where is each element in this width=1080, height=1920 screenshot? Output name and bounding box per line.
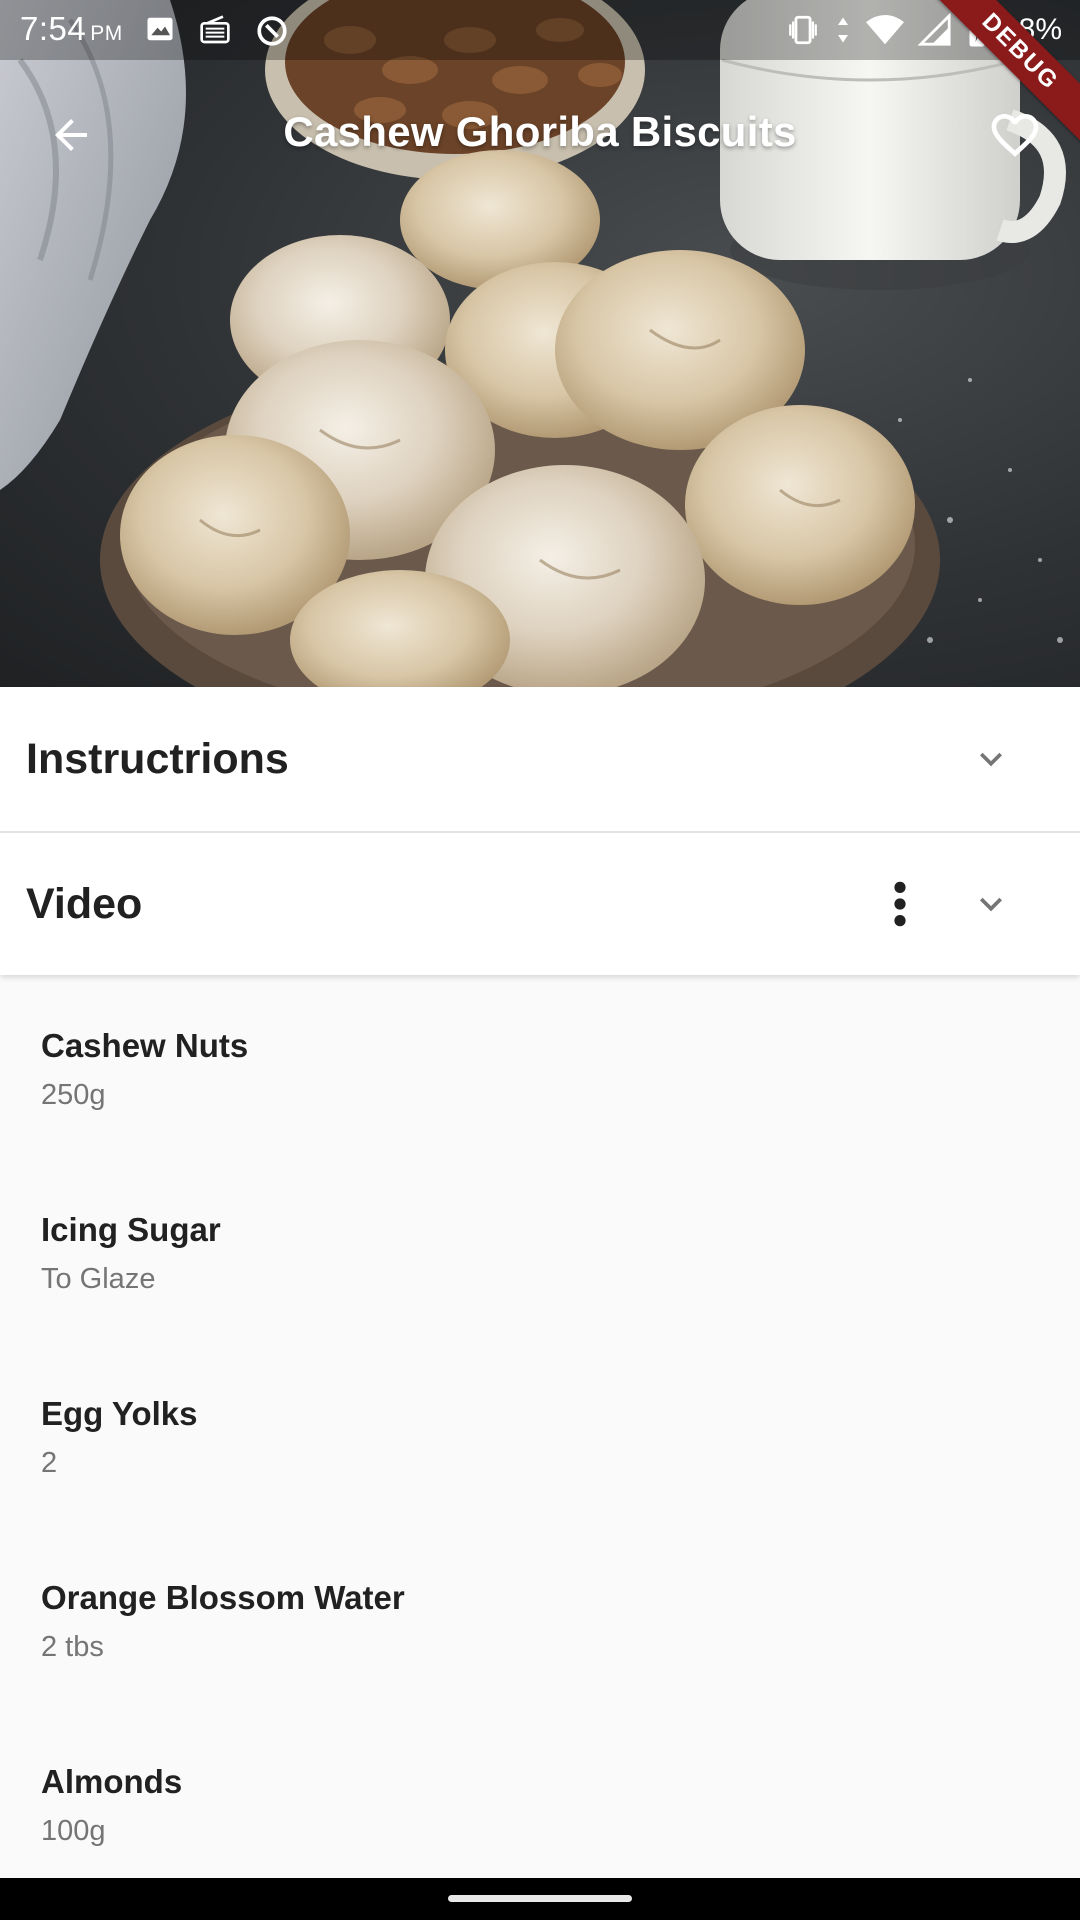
signal-icon — [917, 13, 951, 46]
video-panel[interactable]: Video — [0, 831, 1080, 975]
ingredient-name: Cashew Nuts — [41, 1027, 249, 1064]
app-bar: Cashew Ghoriba Biscuits — [0, 60, 1080, 205]
ingredient-item: Icing Sugar To Glaze — [0, 1159, 1080, 1343]
status-time-ampm: PM — [90, 22, 123, 45]
ingredient-measure: To Glaze — [41, 1263, 156, 1295]
chevron-down-icon — [980, 897, 1002, 912]
ingredient-name: Almonds — [41, 1763, 183, 1800]
ingredient-name: Egg Yolks — [41, 1395, 198, 1432]
ingredient-item: Egg Yolks 2 — [0, 1343, 1080, 1527]
ingredient-measure: 250g — [41, 1079, 106, 1111]
system-navigation-bar — [0, 1878, 1080, 1920]
wifi-icon — [865, 14, 904, 45]
favorite-button[interactable] — [978, 98, 1052, 172]
status-bar: 7:54 PM 98% — [0, 0, 1080, 60]
expansion-panels: Instructrions Video — [0, 687, 1080, 975]
status-time-value: 7:54 — [20, 10, 87, 47]
vibrate-icon — [789, 15, 817, 45]
video-more-button[interactable] — [880, 874, 920, 934]
status-time: 7:54 PM — [20, 10, 123, 48]
instructions-panel[interactable]: Instructrions — [0, 687, 1080, 831]
ingredient-name: Icing Sugar — [41, 1211, 221, 1248]
heart-outline-icon — [991, 114, 1039, 157]
ingredient-item: Orange Blossom Water 2 tbs — [0, 1527, 1080, 1711]
status-left-icons — [145, 14, 289, 48]
ingredient-measure: 100g — [41, 1815, 106, 1847]
ingredient-measure: 2 — [41, 1447, 58, 1479]
more-vert-icon — [894, 881, 906, 927]
radio-icon — [200, 15, 230, 44]
data-arrows-icon — [837, 17, 848, 43]
video-expand-button[interactable] — [966, 879, 1016, 929]
page-title: Cashew Ghoriba Biscuits — [283, 108, 797, 155]
ingredient-name: Orange Blossom Water — [41, 1579, 405, 1616]
image-icon — [147, 17, 173, 41]
ingredients-list: Cashew Nuts 250g Icing Sugar To Glaze Eg… — [0, 975, 1080, 1895]
instructions-panel-title: Instructrions — [26, 734, 289, 783]
ingredient-measure: 2 tbs — [41, 1631, 104, 1663]
ingredient-item: Almonds 100g — [0, 1711, 1080, 1895]
video-panel-title: Video — [26, 879, 143, 928]
recipe-detail-screen: 7:54 PM 98% DEBUG Cashew Ghoriba Biscuits — [0, 0, 1080, 1920]
data-saver-icon — [257, 16, 287, 46]
home-gesture-handle[interactable] — [448, 1895, 632, 1902]
chevron-down-icon — [980, 752, 1002, 767]
instructions-expand-button[interactable] — [966, 734, 1016, 784]
ingredient-item: Cashew Nuts 250g — [0, 975, 1080, 1159]
